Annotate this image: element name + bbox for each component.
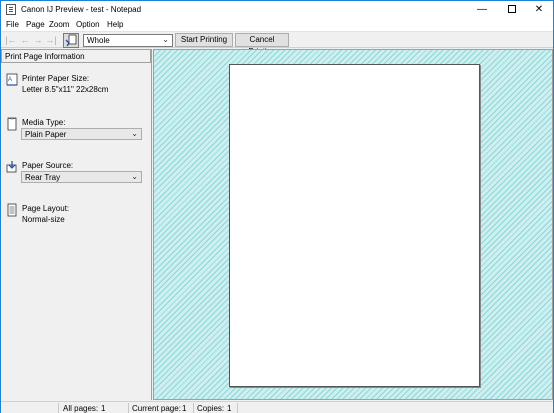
menu-zoom[interactable]: Zoom xyxy=(49,20,69,29)
menu-file[interactable]: File xyxy=(6,20,19,29)
paper-source-icon xyxy=(6,161,17,173)
window-title: Canon IJ Preview - test - Notepad xyxy=(21,5,142,14)
current-page-label: Current page: xyxy=(132,404,181,413)
preview-page[interactable] xyxy=(229,64,480,387)
start-printing-button[interactable]: Start Printing xyxy=(175,33,233,47)
copies-label: Copies: xyxy=(197,404,225,413)
menu-page[interactable]: Page xyxy=(26,20,45,29)
menu-bar: File Page Zoom Option Help xyxy=(1,18,553,31)
paper-size-icon: A xyxy=(6,73,18,86)
close-button[interactable]: ✕ xyxy=(524,1,554,18)
paper-size-value: Letter 8.5"x11" 22x28cm xyxy=(22,85,109,94)
media-type-value: Plain Paper xyxy=(25,130,67,139)
copies-value: 1 xyxy=(227,404,232,413)
maximize-icon xyxy=(508,5,516,14)
notepad-app-icon xyxy=(6,4,16,15)
svg-text:A: A xyxy=(8,77,12,83)
preview-area[interactable] xyxy=(153,49,553,400)
page-layout-icon xyxy=(7,203,17,217)
page-layout-value: Normal-size xyxy=(22,215,65,224)
zoom-value: Whole xyxy=(87,36,110,45)
maximize-button[interactable] xyxy=(497,1,527,18)
status-separator xyxy=(128,403,129,413)
paper-source-dropdown[interactable]: Rear Tray ⌄ xyxy=(21,171,142,183)
page-layout-label: Page Layout: xyxy=(22,204,70,213)
app-window: Canon IJ Preview - test - Notepad — ✕ Fi… xyxy=(0,0,554,413)
status-separator xyxy=(237,403,238,413)
last-page-icon[interactable]: →| xyxy=(45,35,57,46)
media-type-label: Media Type: xyxy=(22,118,66,127)
paper-size-label: Printer Paper Size: xyxy=(22,74,90,83)
all-pages-label: All pages: xyxy=(63,404,99,413)
media-type-icon xyxy=(7,117,17,131)
first-page-icon[interactable]: |← xyxy=(5,35,17,46)
chevron-down-icon: ⌄ xyxy=(131,172,138,181)
page-select-tool-icon xyxy=(65,34,77,47)
menu-help[interactable]: Help xyxy=(107,20,123,29)
page-select-tool-button[interactable] xyxy=(63,33,79,48)
print-info-panel: Print Page Information A Printer Paper S… xyxy=(1,49,152,400)
status-bar: All pages: 1 Current page: 1 Copies: 1 xyxy=(1,401,553,413)
all-pages-value: 1 xyxy=(101,404,106,413)
zoom-select[interactable]: Whole ⌄ xyxy=(83,34,173,47)
previous-page-icon[interactable]: ← xyxy=(19,35,31,46)
media-type-dropdown[interactable]: Plain Paper ⌄ xyxy=(21,128,142,140)
status-separator xyxy=(193,403,194,413)
panel-header: Print Page Information xyxy=(1,49,151,63)
minimize-button[interactable]: — xyxy=(467,1,497,18)
panel-title: Print Page Information xyxy=(5,52,85,61)
paper-source-label: Paper Source: xyxy=(22,161,74,170)
title-bar[interactable]: Canon IJ Preview - test - Notepad — ✕ xyxy=(1,1,553,18)
panel-body: A Printer Paper Size: Letter 8.5"x11" 22… xyxy=(1,63,151,400)
current-page-value: 1 xyxy=(182,404,187,413)
next-page-icon[interactable]: → xyxy=(32,35,44,46)
cancel-printing-button[interactable]: Cancel Printing xyxy=(235,33,289,56)
chevron-down-icon: ⌄ xyxy=(131,129,138,138)
menu-option[interactable]: Option xyxy=(76,20,100,29)
status-separator xyxy=(58,403,59,413)
paper-source-value: Rear Tray xyxy=(25,173,61,182)
toolbar: |← ← → →| Whole ⌄ Start Printing Cancel … xyxy=(1,31,553,56)
chevron-down-icon: ⌄ xyxy=(162,35,169,44)
